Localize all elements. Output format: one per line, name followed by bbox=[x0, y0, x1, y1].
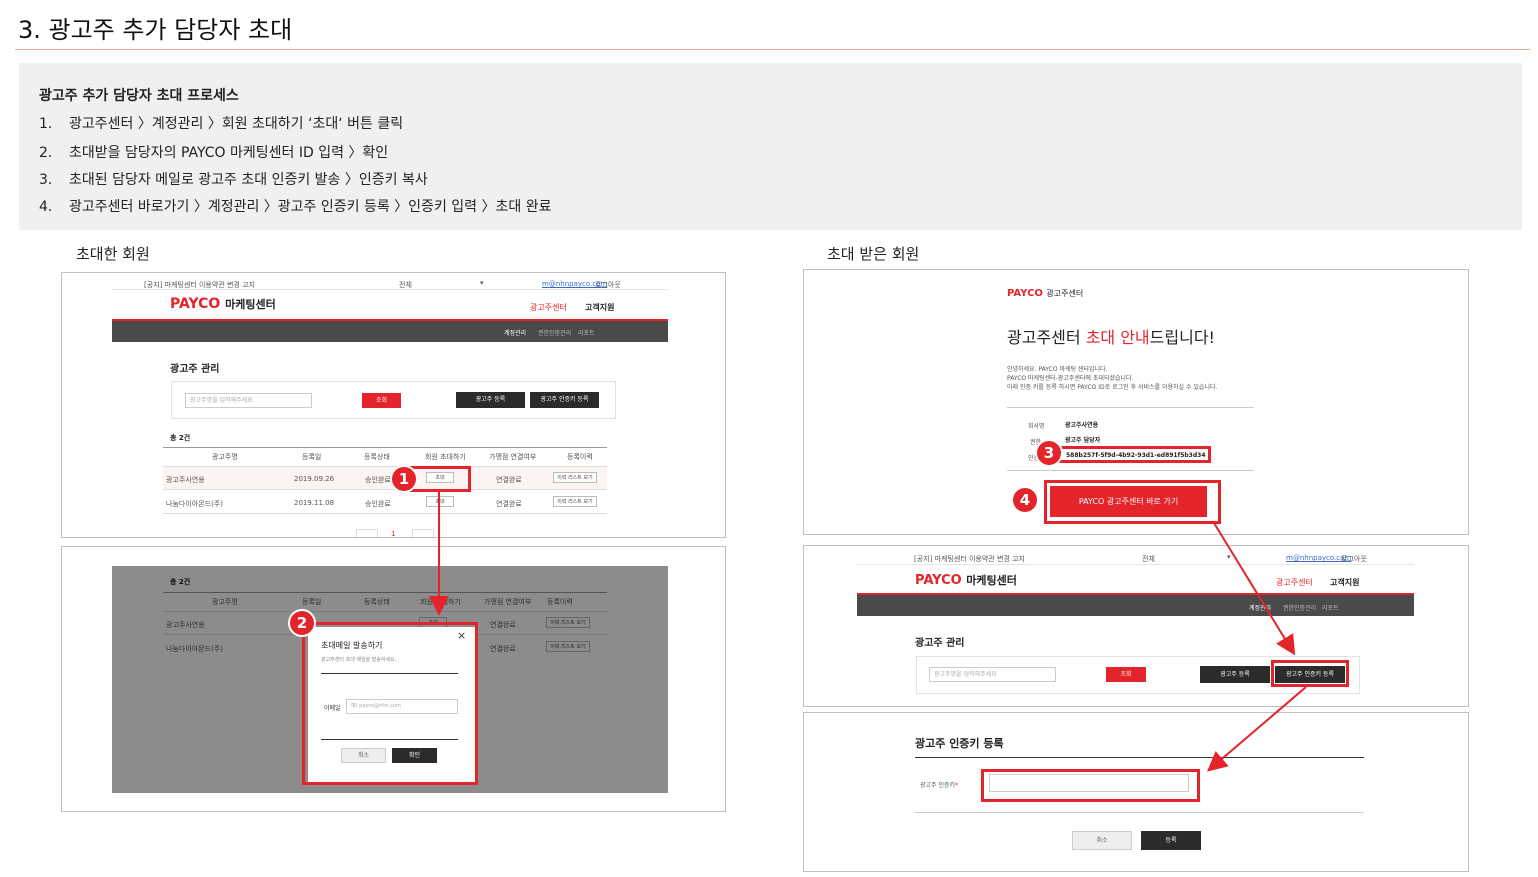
step-badge-4: 4 bbox=[1011, 486, 1039, 514]
step-badge-3: 3 bbox=[1035, 439, 1063, 467]
arrow-step-4-to-authkey bbox=[1213, 522, 1296, 656]
arrows bbox=[429, 492, 1307, 772]
arrow-authkey-to-input bbox=[1206, 686, 1307, 772]
step-badge-2: 2 bbox=[288, 609, 316, 637]
step-badge-1: 1 bbox=[390, 465, 418, 493]
